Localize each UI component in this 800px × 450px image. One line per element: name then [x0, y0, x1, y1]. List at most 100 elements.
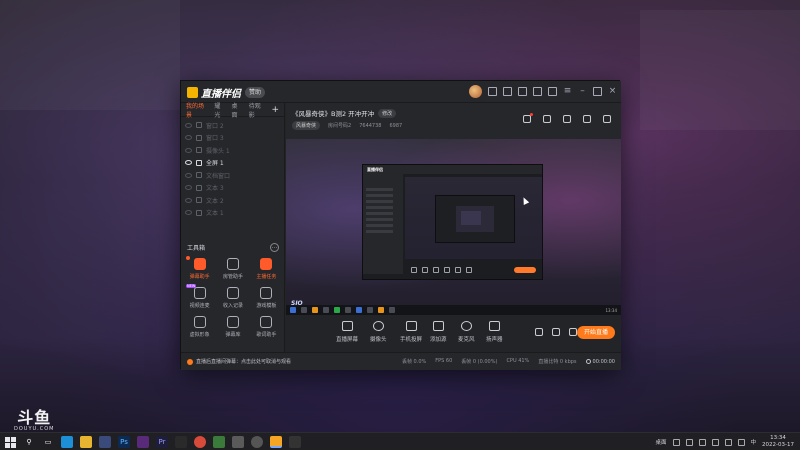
tab-desktop[interactable]: 桌面 [232, 101, 243, 119]
tool-income[interactable]: 收入记录 [216, 287, 249, 309]
screen-share-button[interactable]: 直播屏幕 [336, 321, 358, 343]
desktop-label[interactable]: 桌面 [656, 438, 667, 446]
menu-icon[interactable]: ≡ [563, 87, 572, 96]
eye-icon[interactable] [185, 210, 192, 216]
wifi-icon[interactable] [724, 438, 732, 446]
app-icon[interactable] [175, 436, 187, 448]
minimize-icon[interactable]: – [578, 87, 587, 96]
scene-item[interactable]: 文档窗口 [185, 169, 280, 182]
app-logo: 直播伴侣 [187, 85, 241, 100]
settings-icon[interactable] [548, 87, 557, 96]
volume-icon[interactable] [737, 438, 745, 446]
file-explorer-icon[interactable] [80, 436, 92, 448]
tray-icon[interactable] [698, 438, 706, 446]
message-icon[interactable] [488, 87, 497, 96]
live-companion-icon[interactable] [270, 436, 282, 448]
gift-icon[interactable] [533, 87, 542, 96]
tool-video-link[interactable]: NEW 视频连麦 [183, 284, 216, 309]
microphone-button[interactable]: 麦克风 [458, 321, 475, 343]
stream-stats: 丢帧 0.0% FPS 60 丢帧 0 (0.00%) CPU 41% 直播比特… [402, 358, 615, 365]
tray-icon[interactable] [672, 438, 680, 446]
task-view-icon[interactable]: ▭ [42, 436, 54, 448]
edge-icon[interactable] [61, 436, 73, 448]
text-icon [196, 197, 202, 204]
screen-share-icon [341, 321, 353, 331]
tool-danmaku[interactable]: 弹幕助手 [183, 256, 216, 280]
chrome-icon[interactable] [194, 436, 206, 448]
logo-icon [187, 87, 198, 98]
close-icon[interactable]: × [608, 87, 617, 96]
app-icon[interactable] [137, 436, 149, 448]
tool-template[interactable]: 游戏模板 [250, 287, 283, 309]
app-icon[interactable] [99, 436, 111, 448]
category-tag[interactable]: 风暴奇侠 [292, 121, 321, 130]
premiere-icon[interactable]: Pr [156, 436, 168, 448]
windows-start-icon[interactable] [4, 436, 16, 448]
eye-icon[interactable] [185, 135, 192, 141]
chart-icon[interactable] [543, 115, 551, 123]
eye-icon[interactable] [185, 147, 192, 153]
sponsor-button[interactable]: 赞助 [245, 87, 266, 98]
watermark-brand: 斗鱼 [17, 408, 52, 427]
eye-icon[interactable] [185, 160, 192, 166]
ime-indicator[interactable]: 中 [751, 438, 757, 446]
scene-item[interactable]: 文本 3 [185, 182, 280, 195]
app-window: 直播伴侣 赞助 ≡ – × 我的场景 耀光 桌面 待观影 + 窗口 2 窗口 3 [180, 80, 621, 370]
clock-date: 2022-03-17 [762, 442, 794, 448]
camera-button[interactable]: 摄像头 [370, 321, 387, 343]
nested-inner-window-2 [461, 211, 481, 225]
search-icon[interactable]: ⚲ [23, 436, 35, 448]
bell-icon[interactable] [583, 115, 591, 123]
record-video-icon[interactable] [535, 328, 543, 336]
eye-icon[interactable] [185, 122, 192, 128]
speaker-button[interactable]: 扬声器 [486, 321, 503, 343]
more-icon[interactable]: … [270, 243, 279, 252]
user-avatar[interactable] [469, 85, 482, 98]
settings-gear-icon[interactable] [569, 328, 577, 336]
tray-icon[interactable] [711, 438, 719, 446]
start-live-button[interactable]: 开始直播 [577, 326, 615, 339]
gift-box-icon[interactable] [523, 113, 533, 123]
tray-icon[interactable] [685, 438, 693, 446]
eye-icon[interactable] [185, 185, 192, 191]
record-icon[interactable] [518, 87, 527, 96]
tool-danmaku-lib[interactable]: 弹幕库 [216, 316, 249, 338]
grid-icon[interactable] [563, 115, 571, 123]
tab-my-scenes[interactable]: 我的场景 [186, 101, 208, 119]
scene-item[interactable]: 文本 1 [185, 207, 280, 220]
app-icon[interactable] [289, 436, 301, 448]
photoshop-icon[interactable]: Ps [118, 436, 130, 448]
system-tray: 桌面 中 13:34 2022-03-17 [656, 435, 795, 449]
phone-cast-button[interactable]: 手机投屏 [400, 321, 422, 343]
scene-item[interactable]: 摄像头 1 [185, 144, 280, 157]
eye-icon[interactable] [185, 197, 192, 203]
scene-item[interactable]: 窗口 2 [185, 119, 280, 132]
tool-avatar[interactable]: 虚拟形象 [183, 316, 216, 338]
share-icon[interactable] [603, 115, 611, 123]
obs-icon[interactable] [251, 436, 263, 448]
scene-item[interactable]: 窗口 3 [185, 132, 280, 145]
add-scene-icon[interactable]: + [271, 105, 279, 115]
app-icon[interactable] [213, 436, 225, 448]
speaker-icon [488, 321, 500, 331]
tool-admin[interactable]: 房管助手 [216, 258, 249, 280]
eye-icon[interactable] [185, 172, 192, 178]
modify-button[interactable]: 修改 [378, 108, 397, 118]
scene-item[interactable]: 文本 2 [185, 194, 280, 207]
tool-lyrics[interactable]: 歌词助手 [250, 316, 283, 338]
clock[interactable]: 13:34 2022-03-17 [762, 435, 794, 449]
tab-4[interactable]: 待观影 [249, 101, 266, 119]
tab-2[interactable]: 耀光 [214, 101, 225, 119]
scene-item-active[interactable]: 全屏 1 [185, 157, 280, 170]
add-source-button[interactable]: 添加源 [430, 321, 447, 343]
status-notice[interactable]: 直播后直播间弹幕：点击此处可取消与观看 [196, 358, 291, 365]
tool-task[interactable]: 主播任务 [250, 258, 283, 280]
notification-dot [186, 256, 191, 260]
preview-eye-icon[interactable] [552, 328, 560, 336]
app-icon[interactable] [232, 436, 244, 448]
stream-preview[interactable]: 直播伴侣 [286, 139, 621, 315]
screen-icon[interactable] [503, 87, 512, 96]
preview-clock: 13:34 [605, 307, 617, 313]
maximize-icon[interactable] [593, 87, 602, 96]
text-icon [196, 184, 202, 191]
